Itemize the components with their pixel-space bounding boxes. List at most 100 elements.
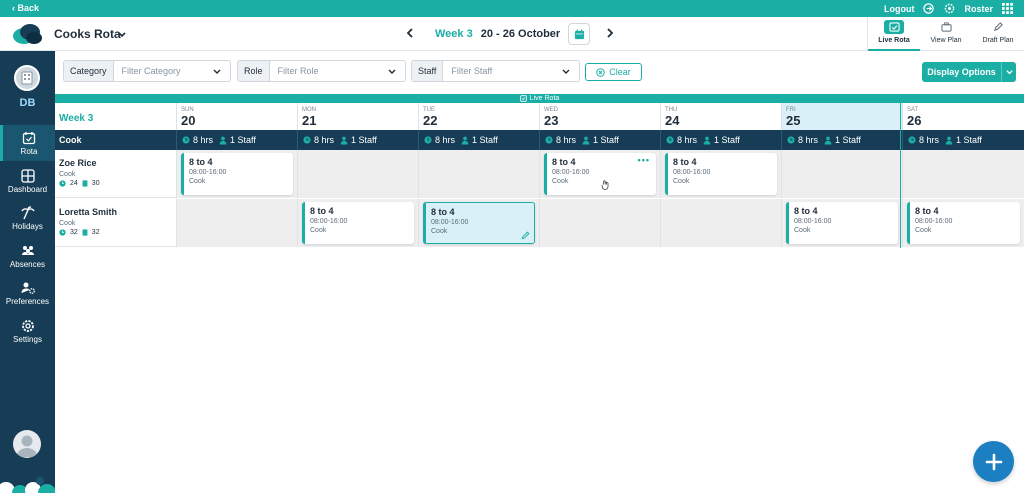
role-hours: 8 hrs: [556, 135, 577, 145]
rota-cell[interactable]: 8 to 4 08:00-16:00 Cook •••: [539, 150, 660, 198]
rota-cell[interactable]: 8 to 4 08:00-16:00 Cook: [781, 199, 902, 247]
close-circle-icon: [596, 67, 606, 77]
clock-icon: [303, 136, 311, 144]
rota-cell[interactable]: 8 to 4 08:00-16:00 Cook: [176, 150, 297, 198]
rota-cell[interactable]: [781, 150, 902, 198]
shift-card[interactable]: 8 to 4 08:00-16:00 Cook •••: [544, 153, 656, 195]
category-label: Category: [64, 61, 114, 81]
plus-icon: [985, 453, 1002, 470]
filter-bar: Category Filter Category Role Filter Rol…: [55, 51, 1024, 93]
category-select[interactable]: Filter Category: [114, 61, 230, 81]
category-filter: Category Filter Category: [63, 60, 231, 82]
rota-cell[interactable]: [176, 199, 297, 247]
calendar-button[interactable]: [568, 23, 591, 45]
rota-cell[interactable]: 8 to 4 08:00-16:00 Cook: [297, 199, 418, 247]
day-number: 22: [423, 113, 438, 128]
pencil-icon[interactable]: [521, 231, 530, 240]
shift-time: 08:00-16:00: [189, 169, 227, 176]
person-icon: [219, 136, 227, 144]
sidebar-item-label: Settings: [13, 334, 42, 344]
user-avatar[interactable]: [13, 430, 41, 458]
day-header-tue: TUE 22: [418, 103, 539, 130]
role-staff-count: 1 Staff: [593, 135, 619, 145]
sidebar-item-absences[interactable]: Absences: [0, 238, 55, 274]
role-select[interactable]: Filter Role: [270, 61, 405, 81]
back-link[interactable]: ‹ Back: [12, 3, 39, 13]
role-summary-cell: 8 hrs 1 Staff: [418, 130, 539, 150]
rota-cell[interactable]: 8 to 4 08:00-16:00 Cook: [902, 199, 1024, 247]
staff-info[interactable]: Zoe Rice Cook 24 30: [55, 150, 176, 198]
shift-card[interactable]: 8 to 4 08:00-16:00 Cook: [665, 153, 777, 195]
role-hours: 8 hrs: [919, 135, 940, 145]
sidebar-item-rota[interactable]: Rota: [0, 125, 55, 161]
rota-cell[interactable]: [297, 150, 418, 198]
staff-select[interactable]: Filter Staff: [443, 61, 579, 81]
rota-cell[interactable]: 8 to 4 08:00-16:00 Cook: [418, 199, 539, 247]
next-week-button[interactable]: [606, 27, 620, 41]
live-rota-strip-label: Live Rota: [529, 95, 560, 102]
logout-icon[interactable]: [922, 2, 935, 15]
shift-card[interactable]: 8 to 4 08:00-16:00 Cook: [302, 202, 414, 244]
chevron-down-icon[interactable]: [117, 27, 127, 45]
sidebar-item-label: Absences: [9, 259, 46, 269]
sidebar-item-settings[interactable]: Settings: [0, 313, 55, 349]
day-header-thu: THU 24: [660, 103, 781, 130]
day-header-fri: FRI 25: [781, 103, 902, 130]
rota-cell[interactable]: 8 to 4 08:00-16:00 Cook: [660, 150, 781, 198]
person-icon: [340, 136, 348, 144]
shift-time: 08:00-16:00: [431, 219, 469, 226]
app-logo[interactable]: [12, 23, 44, 45]
logout-link[interactable]: Logout: [884, 4, 915, 14]
role-staff-count: 1 Staff: [956, 135, 982, 145]
organisation-avatar[interactable]: [14, 65, 40, 91]
shift-time: 08:00-16:00: [310, 218, 348, 225]
rota-cell[interactable]: [660, 199, 781, 247]
shift-time: 08:00-16:00: [794, 218, 832, 225]
header: Cooks Rota Week 3 20 - 26 October Live R…: [0, 17, 1024, 51]
contract-icon: [82, 229, 88, 236]
shift-card[interactable]: 8 to 4 08:00-16:00 Cook: [181, 153, 293, 195]
sidebar-item-holidays[interactable]: Holidays: [0, 200, 55, 236]
apps-grid-icon[interactable]: [1001, 2, 1014, 15]
tab-label: Live Rota: [878, 37, 910, 44]
role-summary-cell: 8 hrs 1 Staff: [781, 130, 902, 150]
contract-icon: [82, 180, 88, 187]
rota-cell[interactable]: [418, 150, 539, 198]
sidebar-item-preferences[interactable]: Preferences: [0, 275, 55, 311]
app-title[interactable]: Cooks Rota: [54, 27, 121, 41]
shift-card[interactable]: 8 to 4 08:00-16:00 Cook: [786, 202, 898, 244]
role-staff-count: 1 Staff: [835, 135, 861, 145]
roster-link[interactable]: Roster: [964, 4, 993, 14]
day-header-sun: SUN 20: [176, 103, 297, 130]
sidebar-item-dashboard[interactable]: Dashboard: [0, 163, 55, 199]
person-icon: [945, 136, 953, 144]
shift-role: Cook: [794, 227, 811, 234]
role-filter: Role Filter Role: [237, 60, 406, 82]
clear-filters-button[interactable]: Clear: [585, 63, 642, 81]
rota-cell[interactable]: [539, 199, 660, 247]
display-options-button[interactable]: Display Options: [922, 62, 1001, 82]
tab-draft-plan[interactable]: Draft Plan: [972, 17, 1024, 51]
gear-icon[interactable]: [943, 2, 956, 15]
rota-cell[interactable]: [902, 150, 1024, 198]
more-options-icon[interactable]: •••: [638, 155, 650, 165]
staff-info[interactable]: Loretta Smith Cook 32 32: [55, 199, 176, 247]
tab-live-rota[interactable]: Live Rota: [868, 17, 920, 51]
staff-role: Cook: [59, 171, 76, 178]
role-hours: 8 hrs: [798, 135, 819, 145]
tab-view-plan[interactable]: View Plan: [920, 17, 972, 51]
role-hours: 8 hrs: [193, 135, 214, 145]
role-summary-cell: 8 hrs 1 Staff: [297, 130, 418, 150]
add-shift-button[interactable]: [973, 441, 1014, 482]
shift-role: Cook: [431, 228, 448, 235]
sidebar: DB Rota Dashboard Holidays Absences Pref…: [0, 51, 56, 498]
role-hours: 8 hrs: [435, 135, 456, 145]
top-bar: ‹ Back Logout Roster: [0, 0, 1024, 17]
display-options-dropdown[interactable]: [1001, 62, 1016, 82]
shift-card[interactable]: 8 to 4 08:00-16:00 Cook: [423, 202, 535, 244]
role-summary-cell: 8 hrs 1 Staff: [176, 130, 297, 150]
staff-stats: 24 30: [59, 180, 176, 187]
role-label: Role: [238, 61, 270, 81]
previous-week-button[interactable]: [403, 27, 417, 41]
shift-card[interactable]: 8 to 4 08:00-16:00 Cook: [907, 202, 1020, 244]
